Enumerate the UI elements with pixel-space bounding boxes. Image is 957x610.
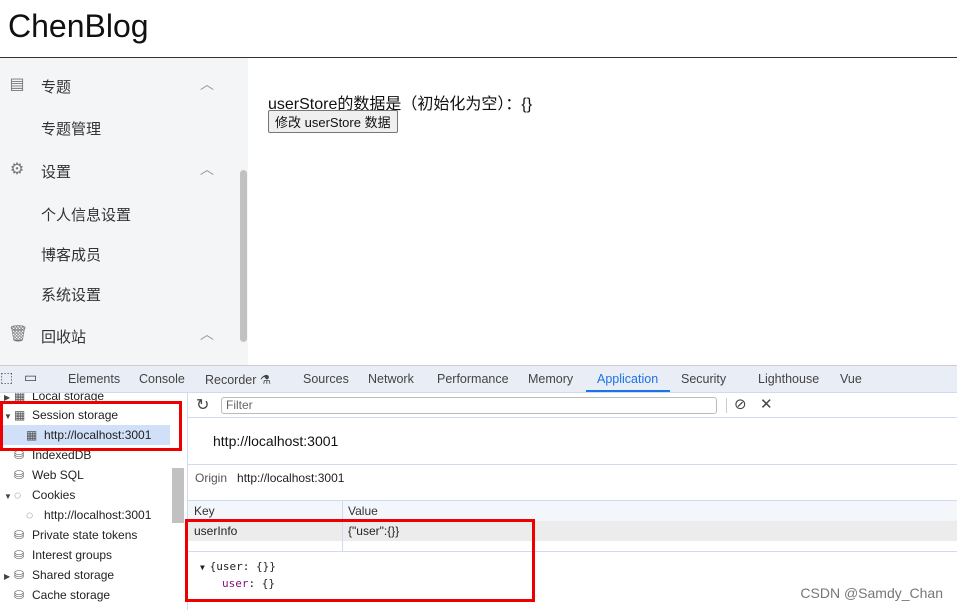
origin-row: Origin http://localhost:3001 [195, 471, 345, 485]
site-header: ChenBlog [0, 0, 957, 58]
tab-elements[interactable]: Elements [68, 372, 120, 386]
tab-security[interactable]: Security [681, 372, 726, 386]
clear-all-icon[interactable]: ⊘ [734, 395, 747, 413]
trash-icon: 🗑 [8, 326, 29, 343]
tree-cookies-localhost[interactable]: ◌ http://localhost:3001 [26, 505, 151, 525]
document-icon: ▤ [9, 76, 25, 93]
tree-private-state-tokens[interactable]: ⛁ Private state tokens [14, 525, 137, 545]
tab-lighthouse[interactable]: Lighthouse [758, 372, 819, 386]
main-content: userStore的数据是（初始化为空）：{} 修改 userStore 数据 [248, 68, 957, 365]
sidebar-group-topics[interactable]: ▤ 专题 ︿ [0, 66, 240, 106]
chevron-up-icon: ︿ [200, 326, 214, 342]
tab-console[interactable]: Console [139, 372, 185, 386]
table-header: Key Value [188, 501, 957, 521]
sidebar-group-recycle-bin[interactable]: 🗑 回收站 ︿ [0, 316, 240, 356]
tree-scrollbar[interactable] [172, 468, 184, 523]
sidebar-group-settings[interactable]: ⚙ 设置 ︿ [0, 151, 240, 191]
sidebar-item-profile-settings[interactable]: 个人信息设置 [0, 194, 240, 234]
tree-websql[interactable]: ⛁ Web SQL [14, 465, 84, 485]
chevron-up-icon: ︿ [200, 76, 214, 92]
delete-selected-icon[interactable]: ✕ [760, 395, 773, 413]
sidebar-item-topic-management[interactable]: 专题管理 [0, 108, 240, 148]
sidebar-scrollbar[interactable] [240, 170, 247, 342]
active-tab-indicator [586, 390, 670, 392]
tab-vue[interactable]: Vue [840, 372, 862, 386]
sidebar: ▤ 专题 ︿ 专题管理 ⚙ 设置 ︿ 个人信息设置 博客成员 系统设置 🗑 回收站 ︿ [0, 58, 248, 365]
tab-recorder[interactable]: Recorder ⚗ [205, 372, 271, 387]
database-icon: ⛁ [14, 468, 25, 482]
database-icon: ⛁ [14, 548, 25, 562]
device-toolbar-icon[interactable]: ▭ [24, 369, 37, 386]
cookie-icon: ◌ [14, 488, 22, 502]
watermark: CSDN @Samdy_Chan [800, 585, 943, 601]
database-icon: ⛁ [14, 588, 25, 602]
tab-network[interactable]: Network [368, 372, 414, 386]
inspect-element-icon[interactable]: ⬚ [0, 369, 13, 386]
tree-cookies[interactable]: ▼ ◌ Cookies [4, 485, 75, 505]
tab-application[interactable]: Application [597, 372, 658, 386]
sidebar-item-system-settings[interactable]: 系统设置 [0, 274, 240, 314]
tab-sources[interactable]: Sources [303, 372, 349, 386]
tab-memory[interactable]: Memory [528, 372, 573, 386]
site-logo[interactable]: ChenBlog [8, 8, 149, 45]
toolbar-divider [726, 398, 727, 413]
tree-interest-groups[interactable]: ⛁ Interest groups [14, 545, 112, 565]
sidebar-item-blog-members[interactable]: 博客成员 [0, 234, 240, 274]
divider [188, 464, 957, 465]
modify-userstore-button[interactable]: 修改 userStore 数据 [268, 110, 398, 133]
chevron-up-icon: ︿ [200, 161, 214, 177]
refresh-icon[interactable]: ↻ [196, 395, 209, 415]
highlight-box-stored-value [185, 519, 535, 602]
origin-title: http://localhost:3001 [213, 433, 339, 449]
tree-cache-storage[interactable]: ⛁ Cache storage [14, 585, 110, 605]
tree-shared-storage[interactable]: ▶ ⛁ Shared storage [4, 565, 114, 585]
database-icon: ⛁ [14, 568, 25, 582]
tab-performance[interactable]: Performance [437, 372, 509, 386]
highlight-box-session-storage [0, 401, 182, 451]
cookie-icon: ◌ [26, 508, 34, 522]
storage-toolbar: ↻ Filter ⊘ ✕ [188, 393, 957, 418]
devtools-tabbar: ⬚ ▭ Elements Console Recorder ⚗ Sources … [0, 366, 957, 393]
filter-input[interactable]: Filter [221, 397, 717, 414]
gear-icon: ⚙ [9, 161, 25, 178]
database-icon: ⛁ [14, 528, 25, 542]
